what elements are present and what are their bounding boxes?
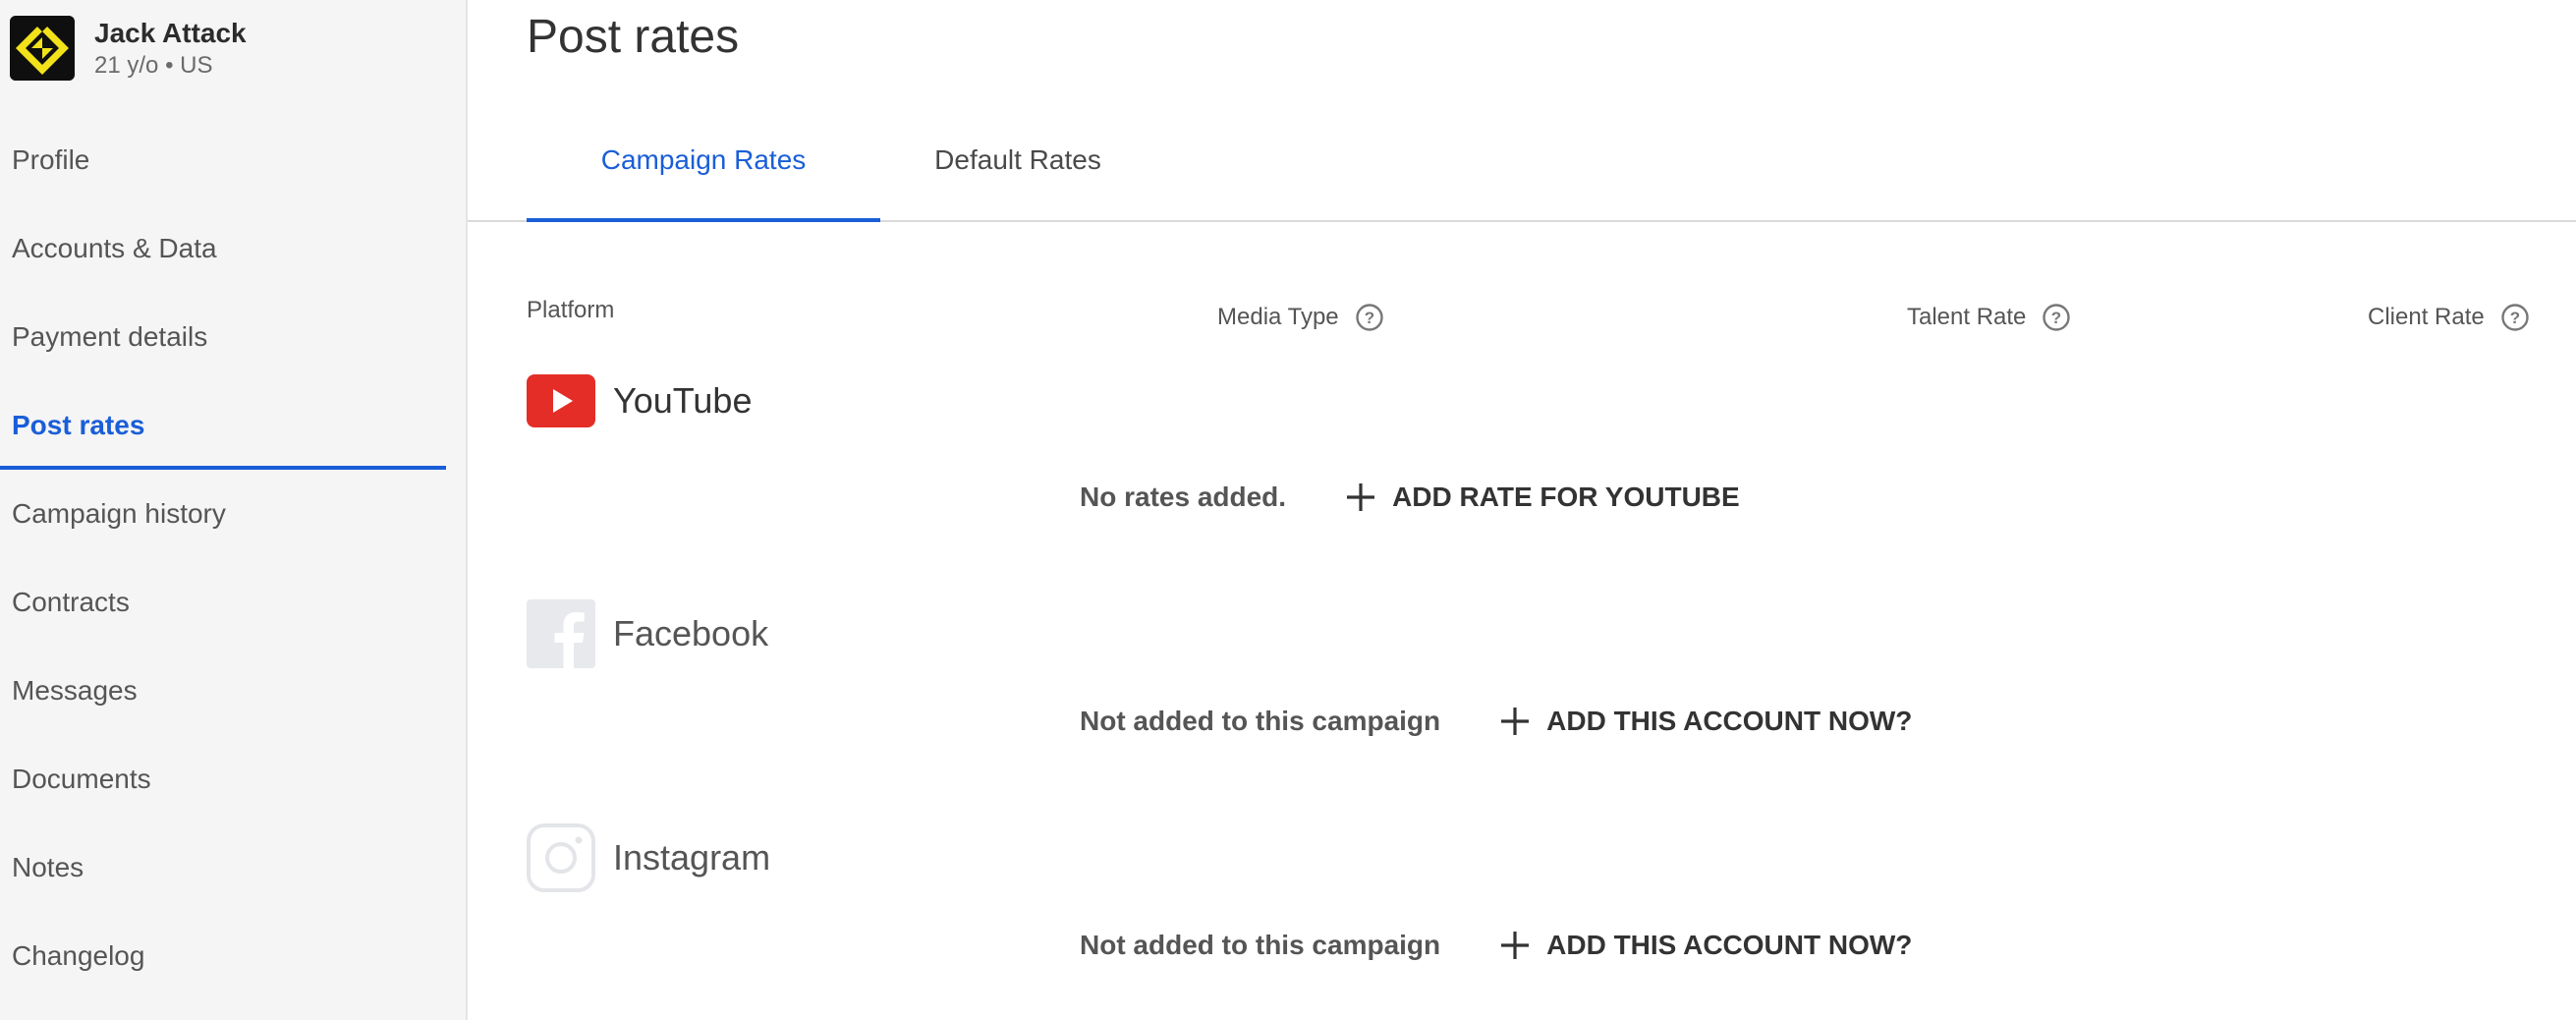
sidebar-item-accounts-data[interactable]: Accounts & Data xyxy=(0,204,446,293)
profile-age: 21 y/o xyxy=(94,52,159,79)
profile-name: Jack Attack xyxy=(94,18,247,48)
sidebar-nav: Profile Accounts & Data Payment details … xyxy=(0,116,446,1000)
help-icon[interactable]: ? xyxy=(2042,303,2071,332)
platform-name-facebook: Facebook xyxy=(613,613,769,653)
sidebar-item-messages[interactable]: Messages xyxy=(0,647,446,735)
add-facebook-account-label: ADD THIS ACCOUNT NOW? xyxy=(1546,706,1913,736)
youtube-rates-row: No rates added. ADD RATE FOR YOUTUBE xyxy=(1080,482,1740,513)
profile-country: US xyxy=(180,52,213,79)
youtube-status: No rates added. xyxy=(1080,482,1287,512)
plus-icon xyxy=(1347,483,1375,511)
help-icon[interactable]: ? xyxy=(1355,303,1384,332)
main-content: Post rates Campaign Rates Default Rates … xyxy=(468,0,2576,1020)
meta-separator: • xyxy=(165,52,181,79)
sidebar: Jack Attack 21 y/o • US Profile Accounts… xyxy=(0,0,468,1020)
platform-row-facebook: Facebook xyxy=(527,599,768,668)
column-label-platform: Platform xyxy=(527,297,615,323)
rate-tabs: Campaign Rates Default Rates xyxy=(468,104,2576,222)
column-label-media-type: Media Type xyxy=(1217,304,1339,330)
platform-row-youtube: YouTube xyxy=(527,374,752,427)
instagram-rates-row: Not added to this campaign ADD THIS ACCO… xyxy=(1080,930,1912,961)
avatar xyxy=(10,16,75,81)
column-label-talent-rate: Talent Rate xyxy=(1907,304,2027,330)
column-label-client-rate: Client Rate xyxy=(2368,304,2485,330)
add-facebook-account-button[interactable]: ADD THIS ACCOUNT NOW? xyxy=(1499,706,1912,737)
add-rate-youtube-button[interactable]: ADD RATE FOR YOUTUBE xyxy=(1345,482,1740,513)
youtube-icon xyxy=(527,374,595,427)
profile-header: Jack Attack 21 y/o • US xyxy=(10,16,247,81)
plus-icon xyxy=(1501,708,1530,735)
sidebar-item-documents[interactable]: Documents xyxy=(0,735,446,823)
plus-icon xyxy=(1501,932,1530,959)
page-title: Post rates xyxy=(527,11,740,63)
profile-meta: 21 y/o • US xyxy=(94,52,247,80)
instagram-status: Not added to this campaign xyxy=(1080,930,1441,960)
platform-name-instagram: Instagram xyxy=(613,837,771,878)
tab-campaign-rates[interactable]: Campaign Rates xyxy=(527,104,880,222)
app-root: Jack Attack 21 y/o • US Profile Accounts… xyxy=(0,0,2576,1020)
sidebar-item-campaign-history[interactable]: Campaign history xyxy=(0,470,446,558)
instagram-icon xyxy=(527,823,595,892)
platform-name-youtube: YouTube xyxy=(613,380,753,421)
platform-row-instagram: Instagram xyxy=(527,823,770,892)
column-header-platform: Platform xyxy=(527,297,614,324)
svg-text:?: ? xyxy=(1364,309,1373,327)
sidebar-item-post-rates[interactable]: Post rates xyxy=(0,381,446,470)
help-icon[interactable]: ? xyxy=(2500,303,2530,332)
svg-text:?: ? xyxy=(2510,309,2520,327)
column-header-talent-rate: Talent Rate ? xyxy=(1907,303,2071,332)
add-instagram-account-label: ADD THIS ACCOUNT NOW? xyxy=(1546,930,1913,960)
tab-default-rates[interactable]: Default Rates xyxy=(900,104,1136,222)
facebook-status: Not added to this campaign xyxy=(1080,706,1441,736)
facebook-rates-row: Not added to this campaign ADD THIS ACCO… xyxy=(1080,706,1912,737)
sidebar-item-notes[interactable]: Notes xyxy=(0,823,446,912)
column-header-client-rate: Client Rate ? xyxy=(2368,303,2530,332)
sidebar-item-payment-details[interactable]: Payment details xyxy=(0,293,446,381)
add-instagram-account-button[interactable]: ADD THIS ACCOUNT NOW? xyxy=(1499,930,1912,961)
svg-text:?: ? xyxy=(2051,309,2061,327)
sidebar-item-profile[interactable]: Profile xyxy=(0,116,446,204)
sidebar-item-changelog[interactable]: Changelog xyxy=(0,912,446,1000)
sidebar-item-contracts[interactable]: Contracts xyxy=(0,558,446,647)
column-header-media-type: Media Type ? xyxy=(1217,303,1384,332)
facebook-icon xyxy=(527,599,595,668)
add-rate-youtube-label: ADD RATE FOR YOUTUBE xyxy=(1392,482,1740,512)
